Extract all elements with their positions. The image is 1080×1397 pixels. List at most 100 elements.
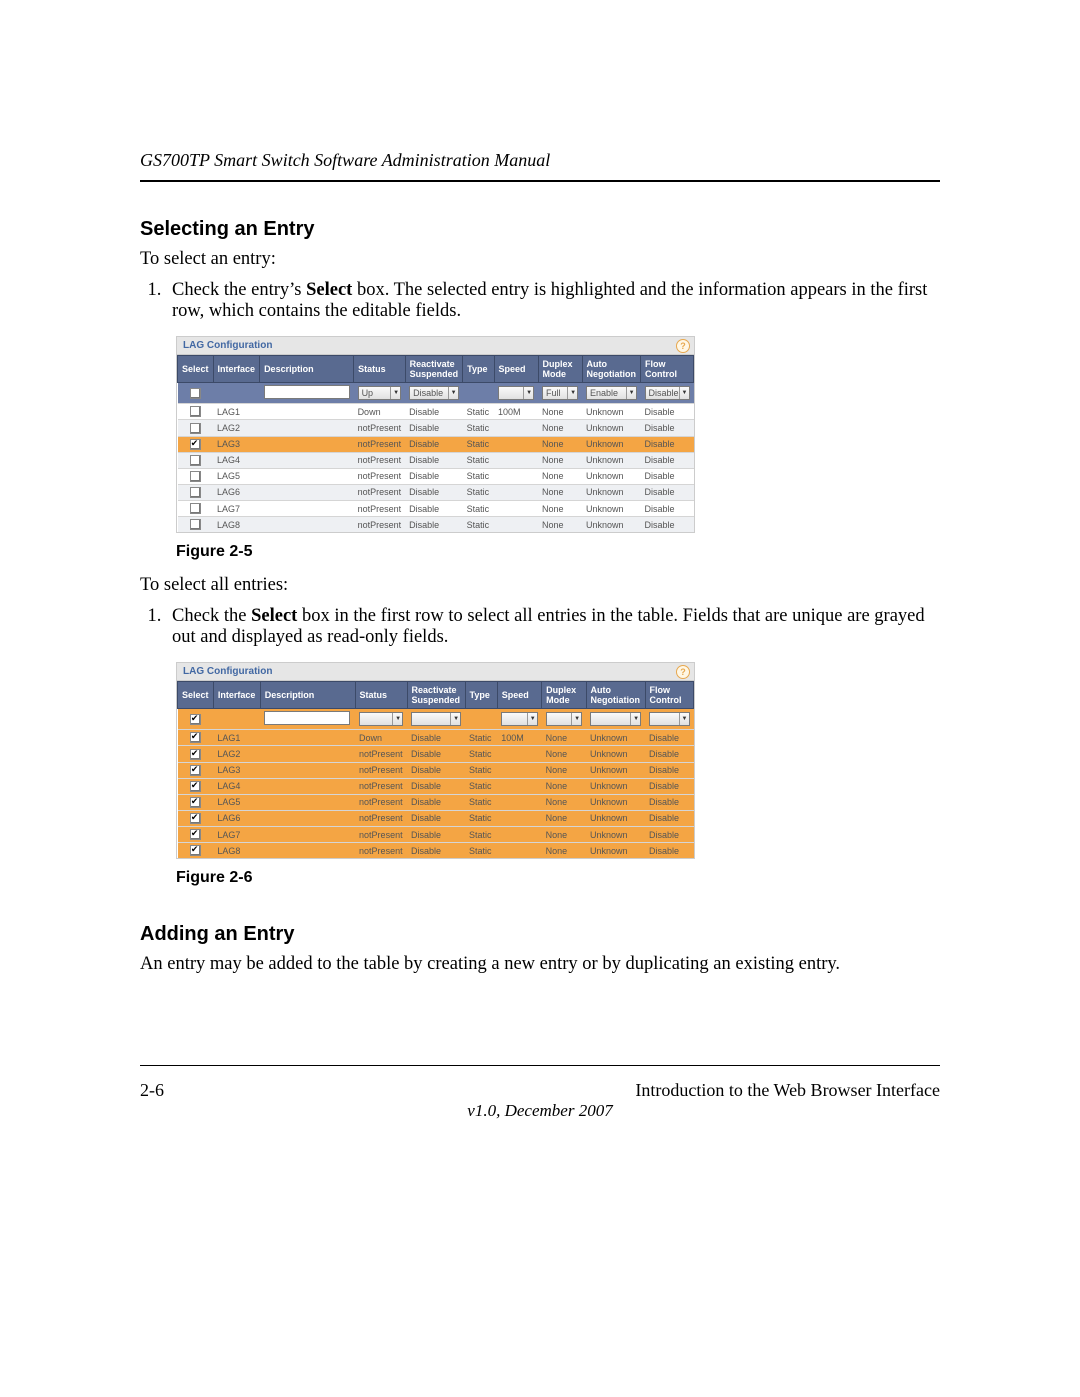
cell: Disable: [645, 746, 693, 762]
row-checkbox[interactable]: [190, 406, 201, 417]
cell: notPresent: [355, 827, 407, 843]
cell: Unknown: [586, 810, 645, 826]
cell: [497, 843, 541, 859]
autoneg-select-2[interactable]: ▼: [590, 712, 641, 726]
row-checkbox[interactable]: [190, 455, 201, 466]
row-checkbox[interactable]: [190, 487, 201, 498]
cell: Disable: [405, 452, 463, 468]
table-row: LAG1DownDisableStatic100MNoneUnknownDisa…: [178, 730, 694, 746]
cell: Static: [465, 778, 497, 794]
cell: [178, 746, 214, 762]
cell: Disable: [641, 501, 694, 517]
col-header: Description: [260, 682, 355, 709]
row-checkbox[interactable]: [190, 439, 201, 450]
select-all-checkbox-2[interactable]: [190, 714, 201, 725]
lag-table-2: SelectInterfaceDescriptionStatusReactiva…: [177, 681, 694, 858]
cell: LAG3: [213, 436, 260, 452]
step-1b: Check the Select box in the first row to…: [166, 606, 940, 648]
cell: [494, 452, 538, 468]
row-checkbox[interactable]: [190, 749, 201, 760]
cell: LAG4: [213, 452, 260, 468]
row-checkbox[interactable]: [190, 829, 201, 840]
cell: [260, 436, 354, 452]
description-input[interactable]: [264, 385, 350, 399]
col-header: Interface: [213, 682, 260, 709]
cell: [178, 420, 214, 436]
cell: LAG5: [213, 794, 260, 810]
cell: Static: [463, 501, 494, 517]
row-checkbox[interactable]: [190, 471, 201, 482]
cell: Disable: [641, 420, 694, 436]
cell: Disable: [645, 762, 693, 778]
flow-select-2[interactable]: ▼: [649, 712, 689, 726]
row-checkbox[interactable]: [190, 519, 201, 530]
cell: [178, 484, 214, 500]
row-checkbox[interactable]: [190, 813, 201, 824]
figure-2-5: LAG Configuration ? SelectInterfaceDescr…: [176, 336, 695, 533]
doc-version: v1.0, December 2007: [140, 1101, 940, 1121]
cell: 100M: [497, 730, 541, 746]
row-checkbox[interactable]: [190, 781, 201, 792]
reactivate-select[interactable]: Disable▼: [409, 386, 459, 400]
cell: Disable: [645, 730, 693, 746]
cell: 100M: [494, 404, 538, 420]
cell: None: [538, 484, 582, 500]
row-checkbox[interactable]: [190, 797, 201, 808]
cell: LAG3: [213, 762, 260, 778]
row-checkbox[interactable]: [190, 732, 201, 743]
cell: [260, 420, 354, 436]
cell: Unknown: [586, 794, 645, 810]
table-row: LAG2notPresentDisableStaticNoneUnknownDi…: [178, 746, 694, 762]
cell: [260, 730, 355, 746]
col-header: Status: [354, 356, 406, 383]
status-select[interactable]: Up▼: [358, 386, 402, 400]
table-row: LAG7notPresentDisableStaticNoneUnknownDi…: [178, 501, 694, 517]
autoneg-select[interactable]: Enable▼: [586, 386, 637, 400]
help-icon[interactable]: ?: [676, 339, 690, 353]
cell: [260, 452, 354, 468]
help-icon-2[interactable]: ?: [676, 665, 690, 679]
select-all-checkbox[interactable]: [190, 388, 201, 399]
duplex-select[interactable]: Full▼: [542, 386, 578, 400]
reactivate-select-2[interactable]: ▼: [411, 712, 461, 726]
cell: None: [538, 452, 582, 468]
duplex-select-2[interactable]: ▼: [546, 712, 582, 726]
cell: notPresent: [354, 468, 406, 484]
speed-select-2[interactable]: ▼: [501, 712, 537, 726]
cell: Static: [463, 517, 494, 533]
cell: Disable: [641, 404, 694, 420]
select-all-cell-2[interactable]: [178, 709, 214, 730]
status-select-2[interactable]: ▼: [359, 712, 403, 726]
edit-row: Up▼ Disable▼ ▼ Full▼ Enable▼ Disable▼: [178, 383, 694, 404]
row-checkbox[interactable]: [190, 503, 201, 514]
cell: LAG2: [213, 746, 260, 762]
col-header: Select: [178, 682, 214, 709]
table-row: LAG4notPresentDisableStaticNoneUnknownDi…: [178, 452, 694, 468]
cell: Unknown: [586, 778, 645, 794]
steps-select: Check the entry’s Select box. The select…: [166, 280, 940, 322]
table-row: LAG8notPresentDisableStaticNoneUnknownDi…: [178, 843, 694, 859]
cell: Static: [463, 404, 494, 420]
cell: LAG4: [213, 778, 260, 794]
col-header: Status: [355, 682, 407, 709]
row-checkbox[interactable]: [190, 765, 201, 776]
col-header: Duplex Mode: [542, 682, 586, 709]
col-header: Description: [260, 356, 354, 383]
running-header: GS700TP Smart Switch Software Administra…: [140, 150, 940, 171]
chapter-title: Introduction to the Web Browser Interfac…: [635, 1080, 940, 1101]
cell: [497, 827, 541, 843]
row-checkbox[interactable]: [190, 423, 201, 434]
description-input-2[interactable]: [264, 711, 350, 725]
cell: notPresent: [354, 484, 406, 500]
flow-select[interactable]: Disable▼: [645, 386, 690, 400]
chevron-down-icon: ▼: [392, 713, 401, 725]
cell: notPresent: [354, 420, 406, 436]
col-header: Speed: [497, 682, 541, 709]
cell: notPresent: [354, 436, 406, 452]
cell: LAG7: [213, 827, 260, 843]
select-all-cell[interactable]: [178, 383, 214, 404]
speed-select[interactable]: ▼: [498, 386, 534, 400]
row-checkbox[interactable]: [190, 845, 201, 856]
cell: Unknown: [582, 517, 641, 533]
cell: [178, 762, 214, 778]
